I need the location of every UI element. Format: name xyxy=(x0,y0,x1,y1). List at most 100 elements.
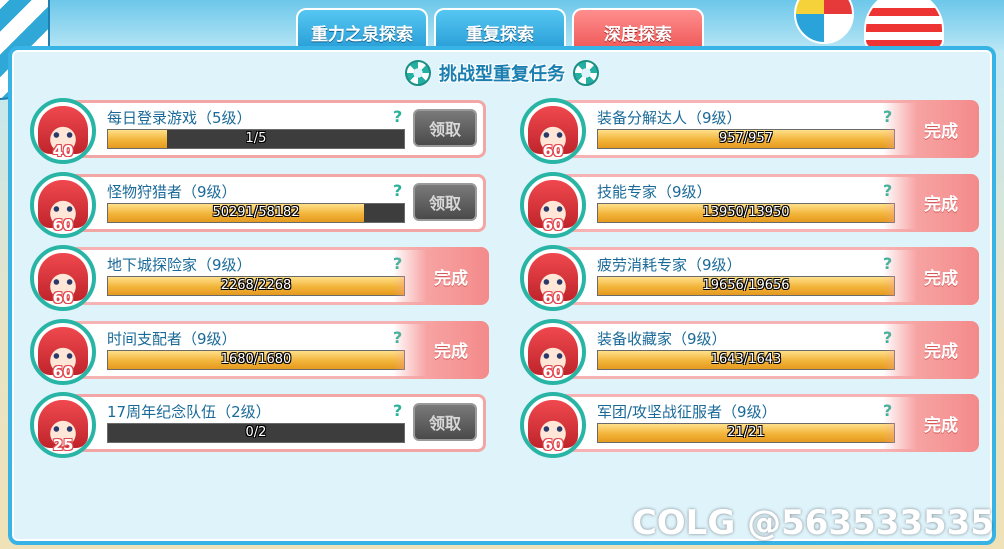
character-avatar: 60 xyxy=(30,245,96,311)
task-row: 疲劳消耗专家（9级） ? 19656/19656 完成 60 xyxy=(520,245,982,311)
avatar-level: 60 xyxy=(52,362,74,381)
character-avatar: 60 xyxy=(520,98,586,164)
help-icon[interactable]: ? xyxy=(393,107,402,126)
progress-bar: 13950/13950 xyxy=(597,202,895,223)
task-row: 技能专家（9级） ? 13950/13950 完成 60 xyxy=(520,171,982,238)
task-name: 17周年纪念队伍（2级） xyxy=(107,403,271,421)
task-card: 17周年纪念队伍（2级） ? 0/2 领取 xyxy=(64,394,486,452)
task-card: 每日登录游戏（5级） ? 1/5 领取 xyxy=(64,100,486,158)
progress-bar: 50291/58182 xyxy=(107,202,405,223)
help-icon[interactable]: ? xyxy=(393,181,402,200)
task-name: 装备分解达人（9级） xyxy=(597,109,742,127)
character-eyes-icon xyxy=(52,426,74,432)
task-card: 地下城探险家（9级） ? 2268/2268 完成 xyxy=(64,247,489,305)
panel-header: 挑战型重复任务 xyxy=(12,60,992,86)
completed-tag: 完成 xyxy=(883,100,979,158)
tab-deep-explore[interactable]: 深度探索 xyxy=(572,8,704,48)
avatar-level: 60 xyxy=(542,142,564,160)
task-name: 地下城探险家（9级） xyxy=(107,256,252,274)
completed-tag: 完成 xyxy=(883,173,979,232)
completed-tag: 完成 xyxy=(393,247,489,305)
character-eyes-icon xyxy=(542,132,564,138)
avatar-level: 60 xyxy=(52,215,74,234)
avatar-level: 60 xyxy=(542,362,564,381)
task-name: 怪物狩猎者（9级） xyxy=(107,182,237,201)
lifebuoy-icon xyxy=(573,60,599,86)
task-name: 疲劳消耗专家（9级） xyxy=(597,256,742,274)
lifebuoy-icon xyxy=(405,60,431,86)
task-name: 装备收藏家（9级） xyxy=(597,329,727,348)
progress-bar: 21/21 xyxy=(597,423,895,443)
task-row: 装备分解达人（9级） ? 957/957 完成 60 xyxy=(520,98,982,164)
character-eyes-icon xyxy=(52,132,74,138)
progress-text: 50291/58182 xyxy=(212,204,300,220)
character-avatar: 60 xyxy=(30,171,96,238)
avatar-level: 25 xyxy=(52,436,74,454)
task-row: 每日登录游戏（5级） ? 1/5 领取 40 xyxy=(30,98,492,164)
avatar-level: 60 xyxy=(542,289,564,307)
character-avatar: 40 xyxy=(30,98,96,164)
task-card: 怪物狩猎者（9级） ? 50291/58182 领取 xyxy=(64,173,486,232)
progress-text: 957/957 xyxy=(718,131,773,146)
watermark: COLG @563533535 xyxy=(631,503,994,543)
panel-title: 挑战型重复任务 xyxy=(439,64,565,85)
claim-button[interactable]: 领取 xyxy=(413,109,477,147)
task-card: 时间支配者（9级） ? 1680/1680 完成 xyxy=(64,320,489,379)
progress-text: 21/21 xyxy=(727,425,765,440)
progress-bar: 19656/19656 xyxy=(597,276,895,296)
character-avatar: 60 xyxy=(520,392,586,458)
progress-text: 19656/19656 xyxy=(702,278,790,293)
progress-text: 1680/1680 xyxy=(220,351,292,367)
task-row: 怪物狩猎者（9级） ? 50291/58182 领取 60 xyxy=(30,171,492,238)
claim-button[interactable]: 领取 xyxy=(413,182,477,221)
task-name: 时间支配者（9级） xyxy=(107,329,237,348)
character-eyes-icon xyxy=(52,279,74,285)
progress-bar: 1/5 xyxy=(107,129,405,149)
tab-gravity-spring[interactable]: 重力之泉探索 xyxy=(296,8,428,48)
task-name: 技能专家（9级） xyxy=(597,182,712,201)
character-eyes-icon xyxy=(542,352,564,359)
character-eyes-icon xyxy=(52,352,74,359)
character-eyes-icon xyxy=(542,205,564,212)
progress-bar: 1643/1643 xyxy=(597,349,895,370)
task-name: 每日登录游戏（5级） xyxy=(107,109,252,127)
task-row: 装备收藏家（9级） ? 1643/1643 完成 60 xyxy=(520,318,982,385)
task-card: 疲劳消耗专家（9级） ? 19656/19656 完成 xyxy=(554,247,979,305)
task-row: 17周年纪念队伍（2级） ? 0/2 领取 25 xyxy=(30,392,492,458)
mascot-decoration xyxy=(864,0,944,50)
progress-bar: 1680/1680 xyxy=(107,349,405,370)
progress-text: 2268/2268 xyxy=(220,278,292,293)
character-avatar: 60 xyxy=(520,245,586,311)
avatar-level: 60 xyxy=(542,215,564,234)
tab-bar: 重力之泉探索 重复探索 深度探索 xyxy=(296,8,704,48)
task-card: 装备收藏家（9级） ? 1643/1643 完成 xyxy=(554,320,979,379)
completed-tag: 完成 xyxy=(883,394,979,452)
completed-tag: 完成 xyxy=(883,320,979,379)
progress-bar: 0/2 xyxy=(107,423,405,443)
avatar-level: 60 xyxy=(52,289,74,307)
task-row: 军团/攻坚战征服者（9级） ? 21/21 完成 60 xyxy=(520,392,982,458)
progress-bar: 2268/2268 xyxy=(107,276,405,296)
help-icon[interactable]: ? xyxy=(393,401,402,420)
character-eyes-icon xyxy=(52,205,74,212)
character-avatar: 25 xyxy=(30,392,96,458)
character-avatar: 60 xyxy=(520,171,586,238)
character-eyes-icon xyxy=(542,426,564,432)
task-card: 军团/攻坚战征服者（9级） ? 21/21 完成 xyxy=(554,394,979,452)
task-card: 技能专家（9级） ? 13950/13950 完成 xyxy=(554,173,979,232)
avatar-level: 60 xyxy=(542,436,564,454)
character-avatar: 60 xyxy=(520,318,586,385)
character-avatar: 60 xyxy=(30,318,96,385)
task-row: 地下城探险家（9级） ? 2268/2268 完成 60 xyxy=(30,245,492,311)
task-name: 军团/攻坚战征服者（9级） xyxy=(597,403,777,421)
avatar-level: 40 xyxy=(52,142,74,160)
task-panel: 挑战型重复任务 每日登录游戏（5级） ? 1/5 领取 40 怪物狩猎者（9级）… xyxy=(8,46,996,545)
task-row: 时间支配者（9级） ? 1680/1680 完成 60 xyxy=(30,318,492,385)
character-eyes-icon xyxy=(542,279,564,285)
progress-text: 1/5 xyxy=(245,131,267,146)
claim-button[interactable]: 领取 xyxy=(413,403,477,441)
completed-tag: 完成 xyxy=(883,247,979,305)
completed-tag: 完成 xyxy=(393,320,489,379)
tab-repeat-explore[interactable]: 重复探索 xyxy=(434,8,566,48)
progress-text: 13950/13950 xyxy=(702,204,790,220)
